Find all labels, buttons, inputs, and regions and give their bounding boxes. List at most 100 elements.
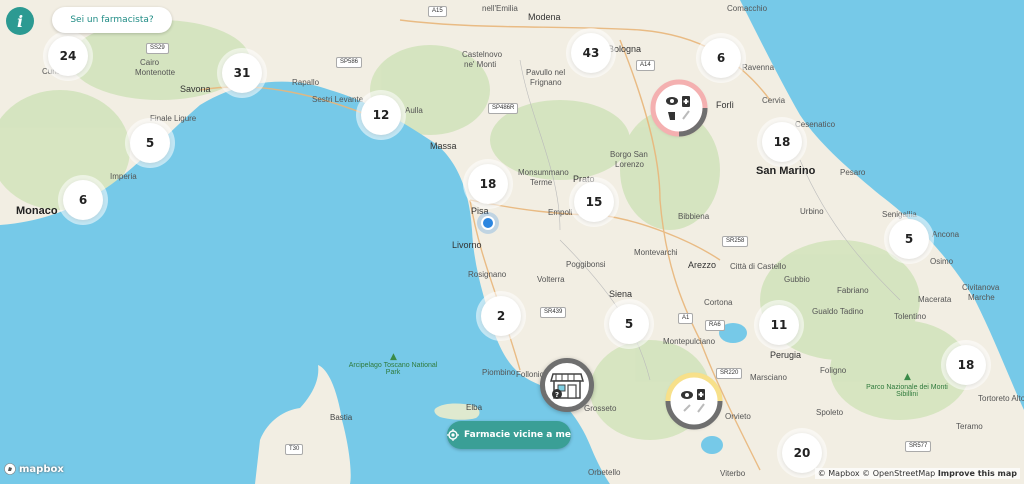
place-label: Teramo bbox=[956, 422, 983, 431]
place-label: Aulla bbox=[405, 106, 423, 115]
place-label: Montenotte bbox=[135, 68, 176, 77]
place-label: Cairo bbox=[140, 58, 160, 67]
improve-map-link[interactable]: Improve this map bbox=[938, 469, 1017, 478]
road-shield: SR258 bbox=[722, 236, 749, 247]
cluster-marker[interactable]: 6 bbox=[63, 180, 103, 220]
place-label: Montevarchi bbox=[634, 248, 678, 257]
place-label: Empoli bbox=[548, 208, 573, 217]
road-shield: RA6 bbox=[705, 320, 725, 331]
place-label: Bologna bbox=[608, 44, 642, 54]
place-label: Arezzo bbox=[688, 260, 717, 270]
park-icon: ▲ bbox=[904, 372, 911, 382]
cluster-marker[interactable]: 6 bbox=[701, 38, 741, 78]
cluster-marker[interactable]: 12 bbox=[361, 95, 401, 135]
place-label: Frignano bbox=[530, 78, 562, 87]
place-label: Rosignano bbox=[468, 270, 507, 279]
place-label: Gubbio bbox=[784, 275, 810, 284]
place-label: Orbetello bbox=[588, 468, 621, 477]
cluster-marker[interactable]: 24 bbox=[48, 36, 88, 76]
place-label: Macerata bbox=[918, 295, 952, 304]
place-label: Città di Castello bbox=[730, 262, 787, 271]
pharmacist-button[interactable]: Sei un farmacista? bbox=[52, 7, 172, 33]
place-label: Pisa bbox=[471, 206, 489, 216]
road-shield: SR439 bbox=[540, 307, 567, 318]
place-label: Senigallia bbox=[882, 210, 917, 219]
place-label: Osimo bbox=[930, 257, 954, 266]
road-shield: SP486R bbox=[488, 103, 519, 114]
road-shield: SR577 bbox=[905, 441, 932, 452]
place-label: Siena bbox=[609, 289, 633, 299]
place-label: Volterra bbox=[537, 275, 565, 284]
place-label: Montepulciano bbox=[663, 337, 716, 346]
cluster-marker[interactable]: 5 bbox=[130, 123, 170, 163]
park-label: Parco Nazionale dei Monti Sibillini bbox=[866, 384, 948, 398]
place-label: Spoleto bbox=[816, 408, 844, 417]
place-label: Civitanova bbox=[962, 283, 1000, 292]
store-icon: ? bbox=[550, 373, 584, 399]
place-label: Urbino bbox=[800, 207, 824, 216]
place-label: Tolentino bbox=[894, 312, 927, 321]
place-label: San Marino bbox=[756, 165, 816, 177]
cluster-marker[interactable]: 15 bbox=[574, 182, 614, 222]
place-label: Livorno bbox=[452, 240, 482, 250]
cluster-marker[interactable]: 18 bbox=[762, 122, 802, 162]
pharmacy-marker[interactable] bbox=[665, 372, 723, 430]
road-shield: SP586 bbox=[336, 57, 363, 68]
place-label: Cervia bbox=[762, 96, 786, 105]
place-label: Gualdo Tadino bbox=[812, 307, 864, 316]
place-label: Comacchio bbox=[727, 4, 768, 13]
place-label: Monsummano bbox=[518, 168, 569, 177]
cluster-marker[interactable]: 18 bbox=[468, 164, 508, 204]
place-label: Orvieto bbox=[725, 412, 751, 421]
road-shield: A15 bbox=[428, 6, 447, 17]
place-label: Poggibonsi bbox=[566, 260, 606, 269]
mapbox-logo[interactable]: mapbox bbox=[4, 463, 64, 475]
cluster-marker[interactable]: 5 bbox=[889, 219, 929, 259]
osm-attribution-link[interactable]: © OpenStreetMap bbox=[862, 469, 935, 478]
map-attribution: © Mapbox © OpenStreetMap Improve this ma… bbox=[814, 468, 1020, 479]
place-label: Imperia bbox=[110, 172, 137, 181]
place-label: Piombino bbox=[482, 368, 516, 377]
park-icon: ▲ bbox=[390, 352, 397, 362]
mapbox-attribution-link[interactable]: © Mapbox bbox=[818, 469, 860, 478]
place-label: Ravenna bbox=[742, 63, 775, 72]
place-label: Cortona bbox=[704, 298, 733, 307]
svg-text:?: ? bbox=[555, 391, 559, 399]
cluster-marker[interactable]: 5 bbox=[609, 304, 649, 344]
place-label: Viterbo bbox=[720, 469, 746, 478]
nearby-pharmacies-button[interactable]: Farmacie vicine a me bbox=[447, 421, 571, 449]
user-location-dot bbox=[481, 216, 495, 230]
cluster-marker[interactable]: 2 bbox=[481, 296, 521, 336]
place-label: Finale Ligure bbox=[150, 114, 197, 123]
marker-ring-icon bbox=[665, 372, 723, 430]
place-label: Cesenatico bbox=[795, 120, 836, 129]
place-label: Tortoreto Alto bbox=[978, 394, 1024, 403]
cluster-marker[interactable]: 18 bbox=[946, 345, 986, 385]
park-label: Arcipelago Toscano National Park bbox=[348, 362, 438, 376]
cluster-marker[interactable]: 11 bbox=[759, 305, 799, 345]
place-label: Castelnovo bbox=[462, 50, 503, 59]
place-label: ne' Monti bbox=[464, 60, 497, 69]
place-label: Grosseto bbox=[584, 404, 617, 413]
place-label: nell'Emilia bbox=[482, 4, 518, 13]
cluster-marker[interactable]: 20 bbox=[782, 433, 822, 473]
place-label: Bastia bbox=[330, 413, 353, 422]
place-label: Sestri Levante bbox=[312, 95, 364, 104]
place-label: Bibbiena bbox=[678, 212, 710, 221]
road-shield: T30 bbox=[285, 444, 304, 455]
cluster-marker[interactable]: 43 bbox=[571, 33, 611, 73]
pharmacy-marker[interactable] bbox=[650, 79, 708, 137]
cluster-marker[interactable]: 31 bbox=[222, 53, 262, 93]
road-shield: SS29 bbox=[146, 43, 169, 54]
info-button[interactable]: i bbox=[6, 7, 34, 35]
locate-icon bbox=[447, 429, 460, 441]
place-label: Modena bbox=[528, 12, 561, 22]
mapbox-logo-icon bbox=[4, 463, 16, 475]
marker-ring-icon bbox=[650, 79, 708, 137]
road-shield: A1 bbox=[678, 313, 694, 324]
place-label: Pavullo nel bbox=[526, 68, 566, 77]
place-label: Terme bbox=[530, 178, 553, 187]
store-marker[interactable]: ? bbox=[540, 358, 594, 412]
place-label: Pesaro bbox=[840, 168, 866, 177]
place-label: Borgo San bbox=[610, 150, 648, 159]
